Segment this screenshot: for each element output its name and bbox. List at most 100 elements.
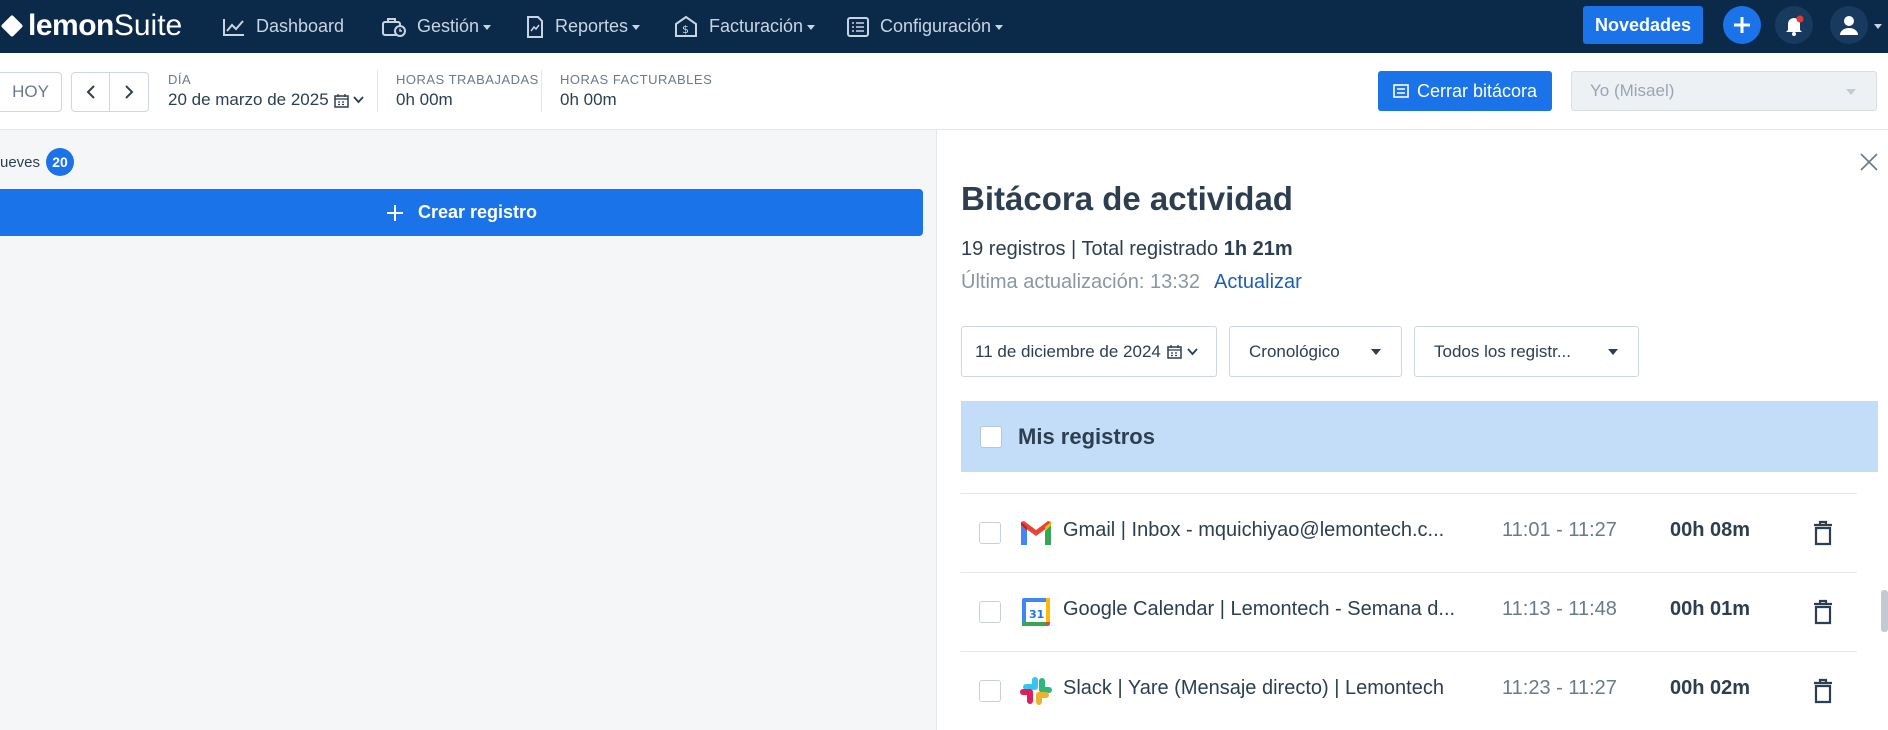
money-envelope-icon: $ [675, 15, 697, 37]
close-icon [1860, 153, 1878, 171]
chevron-down-icon [1846, 89, 1856, 95]
chevron-down-icon [353, 96, 364, 104]
group-header-mis-registros[interactable]: Mis registros [961, 401, 1878, 472]
nav-gestion-label: Gestión [417, 16, 480, 36]
user-select[interactable]: Yo (Misael) [1571, 71, 1877, 111]
summary-total: 1h 21m [1223, 238, 1293, 260]
last-update: Última actualización: 13:32 Actualizar [961, 271, 1302, 294]
notifications-button[interactable] [1775, 6, 1813, 44]
chevron-left-icon [86, 85, 95, 99]
nav-facturacion-label: Facturación [709, 16, 804, 36]
logo-text-bold: lemon [28, 9, 114, 42]
today-button[interactable]: HOY [0, 72, 62, 112]
order-filter[interactable]: Cronológico [1229, 326, 1402, 377]
billable-hours-label: HORAS FACTURABLES [560, 72, 713, 87]
day-header: ueves 20 [0, 148, 75, 176]
calendar-icon [1167, 345, 1182, 359]
row-title: Google Calendar | Lemontech - Semana d..… [1063, 598, 1456, 620]
row-title: Gmail | Inbox - mquichiyao@lemontech.c..… [1063, 519, 1445, 541]
nav-dashboard-label: Dashboard [256, 16, 345, 36]
create-record-label: Crear registro [417, 202, 538, 222]
panel-scrollbar[interactable] [1881, 590, 1888, 632]
nav-dashboard[interactable]: Dashboard [222, 0, 344, 53]
nav-configuracion[interactable]: Configuración [846, 0, 1004, 53]
gmail-icon [1021, 521, 1051, 545]
chart-line-icon [223, 18, 244, 36]
row-duration: 00h 01m [1670, 598, 1751, 620]
day-value: 20 de marzo de 2025 [168, 90, 329, 109]
list-icon [1393, 84, 1409, 98]
log-row[interactable]: Slack | Yare (Mensaje directo) | Lemonte… [961, 651, 1857, 730]
trash-icon[interactable] [1812, 599, 1834, 625]
row-checkbox[interactable] [979, 522, 1001, 544]
log-row[interactable]: Gmail | Inbox - mquichiyao@lemontech.c..… [961, 493, 1857, 572]
nav-gestion[interactable]: Gestión [381, 0, 492, 53]
log-summary: 19 registros | Total registrado 1h 21m [961, 238, 1293, 261]
calendar-icon [333, 93, 349, 108]
divider [541, 70, 542, 112]
day-number-badge: 20 [46, 148, 75, 176]
last-update-text: Última actualización: 13:32 [961, 271, 1201, 293]
row-checkbox[interactable] [979, 680, 1001, 702]
close-panel-button[interactable] [1860, 153, 1878, 176]
bell-icon [1786, 15, 1804, 36]
chevron-down-icon [1371, 349, 1381, 355]
refresh-link[interactable]: Actualizar [1214, 271, 1302, 293]
lemonsuite-logo[interactable]: lemon Suite [0, 8, 182, 44]
slack-icon [1020, 677, 1052, 705]
summary-text: 19 registros | Total registrado [961, 238, 1224, 260]
chevron-down-icon [632, 25, 641, 30]
create-record-button[interactable]: Crear registro [0, 189, 923, 236]
date-filter[interactable]: 11 de diciembre de 2024 [961, 326, 1217, 377]
billable-hours-value: 0h 00m [560, 90, 617, 109]
top-navbar: lemon Suite Dashboard Gestión Reportes $ … [0, 0, 1888, 53]
row-time: 11:01 - 11:27 [1502, 519, 1617, 541]
divider [377, 70, 378, 112]
row-title: Slack | Yare (Mensaje directo) | Lemonte… [1063, 677, 1444, 699]
chevron-down-icon [995, 25, 1004, 30]
nav-facturacion[interactable]: $ Facturación [673, 0, 816, 53]
svg-text:$: $ [682, 23, 689, 36]
chevron-down-icon[interactable] [1874, 24, 1882, 29]
close-log-label: Cerrar bitácora [1416, 80, 1538, 101]
close-log-button[interactable]: Cerrar bitácora [1378, 71, 1552, 111]
briefcase-clock-icon [382, 17, 406, 37]
worked-hours-value: 0h 00m [396, 90, 453, 109]
plus-icon [1734, 17, 1750, 33]
nav-reportes[interactable]: Reportes [525, 0, 641, 53]
chevron-down-icon [1608, 349, 1618, 355]
order-filter-value: Cronológico [1249, 341, 1340, 361]
logo-text-light: Suite [113, 9, 183, 42]
date-filter-value: 11 de diciembre de 2024 [975, 341, 1161, 361]
user-icon [1840, 16, 1858, 35]
log-row[interactable]: 31 Google Calendar | Lemontech - Semana … [961, 572, 1857, 651]
novedades-button[interactable]: Novedades [1583, 6, 1703, 44]
google-calendar-icon: 31 [1022, 598, 1050, 626]
trash-icon[interactable] [1812, 678, 1834, 704]
user-menu-button[interactable] [1830, 6, 1868, 44]
svg-text:31: 31 [1029, 608, 1044, 621]
trash-icon[interactable] [1812, 520, 1834, 546]
panel-title: Bitácora de actividad [961, 180, 1293, 217]
user-select-value: Yo (Misael) [1590, 81, 1675, 100]
chevron-down-icon [1187, 347, 1198, 355]
row-time: 11:23 - 11:27 [1502, 677, 1617, 699]
nav-reportes-label: Reportes [555, 16, 629, 36]
report-document-icon [527, 15, 543, 38]
row-duration: 00h 08m [1670, 519, 1751, 541]
logo-diamond-icon [0, 14, 24, 38]
day-name: ueves [0, 153, 41, 171]
day-picker[interactable]: 20 de marzo de 2025 [168, 90, 364, 110]
add-button[interactable] [1723, 6, 1761, 44]
select-all-checkbox[interactable] [980, 425, 1002, 448]
nav-configuracion-label: Configuración [880, 16, 992, 36]
next-day-button[interactable] [109, 72, 149, 112]
plus-icon [386, 204, 403, 221]
list-settings-icon [847, 16, 869, 37]
records-filter-value: Todos los registr... [1434, 341, 1572, 361]
row-checkbox[interactable] [979, 601, 1001, 623]
day-label: DÍA [168, 72, 192, 87]
records-filter[interactable]: Todos los registr... [1414, 326, 1639, 377]
previous-day-button[interactable] [71, 72, 111, 112]
row-time: 11:13 - 11:48 [1502, 598, 1617, 620]
